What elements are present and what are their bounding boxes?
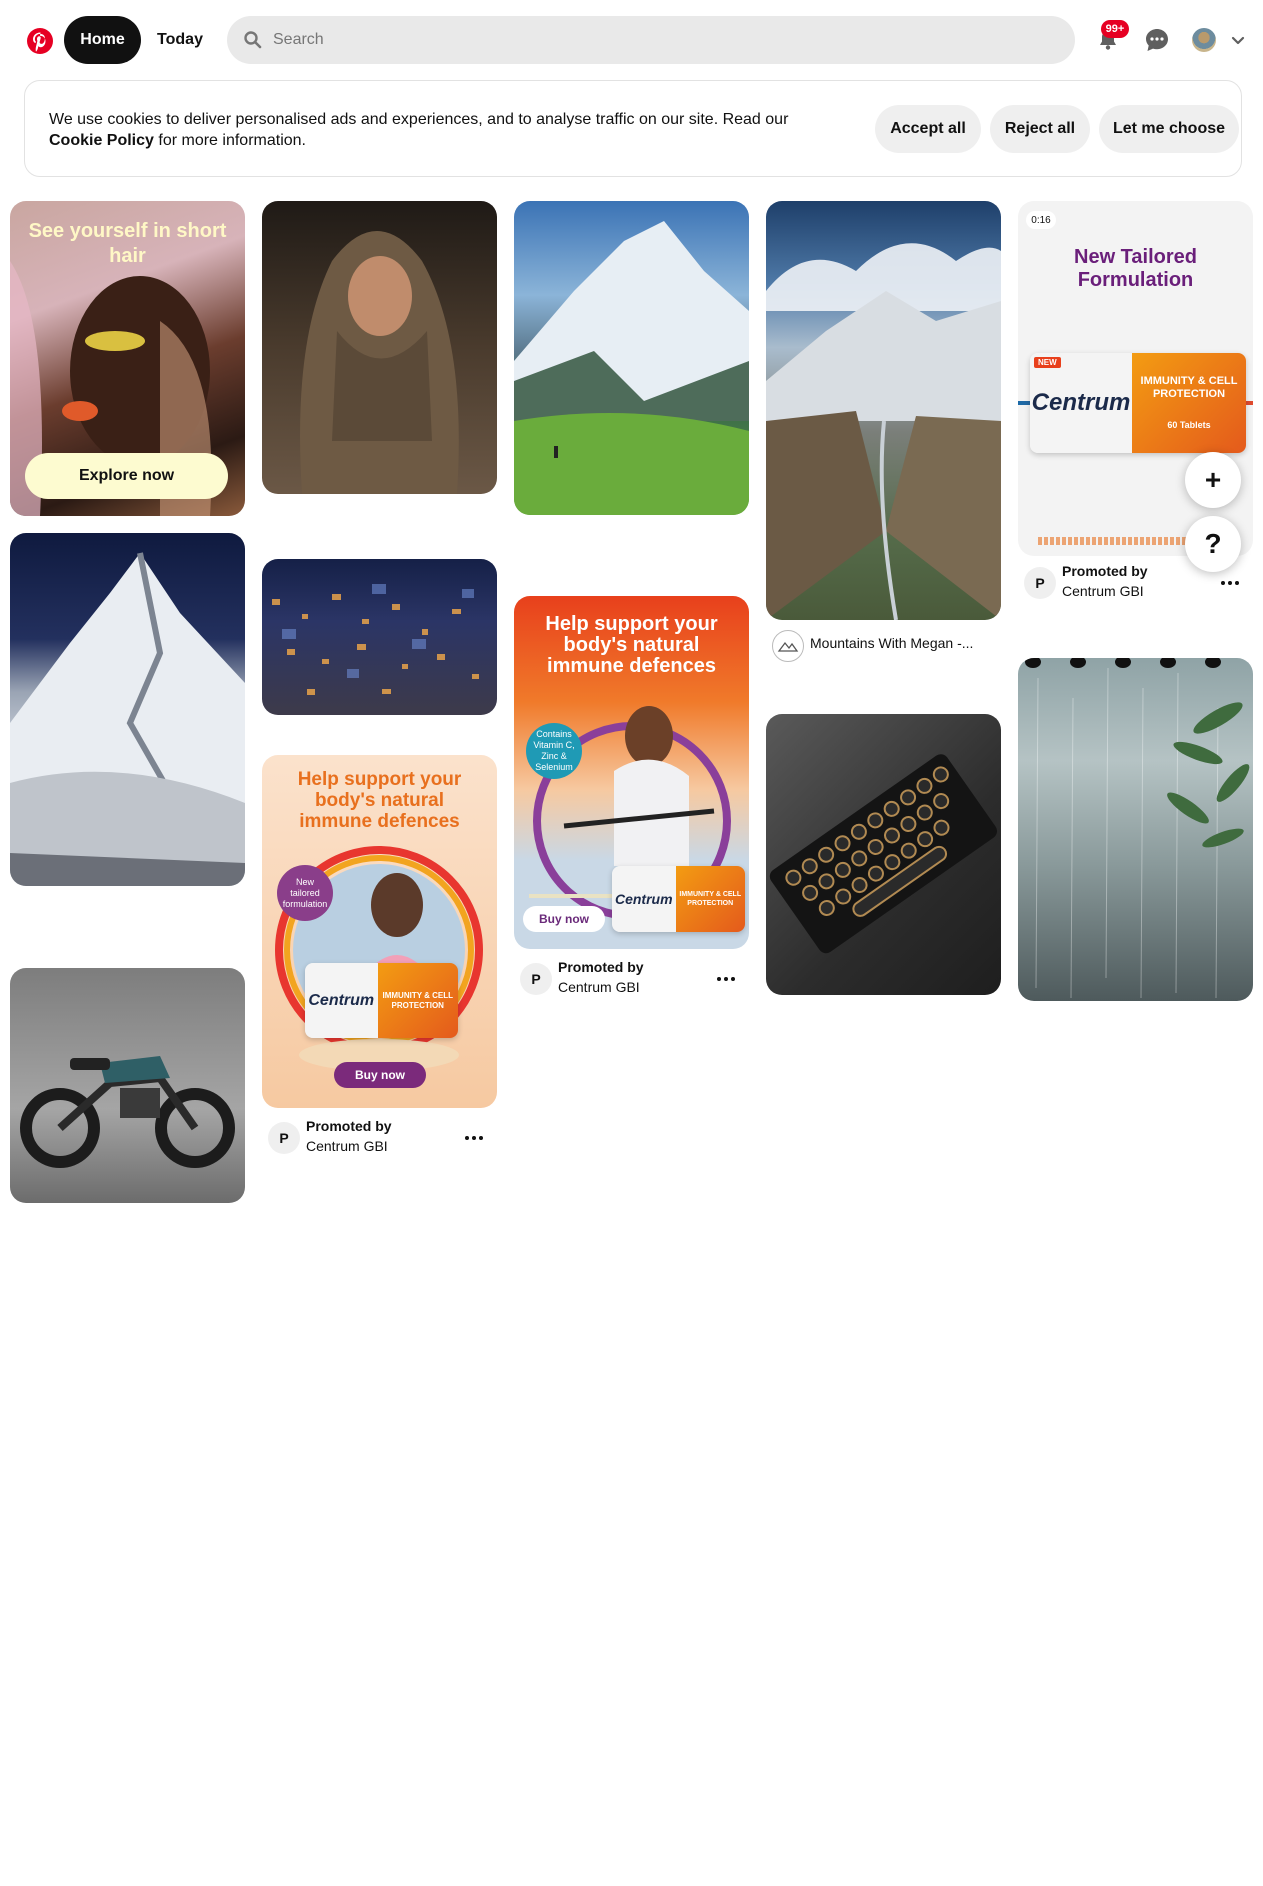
vitamin-badge: Contains Vitamin C, Zinc & Selenium xyxy=(526,723,582,779)
new-formulation-badge: New tailored formulation xyxy=(277,865,333,921)
advertiser-name[interactable]: Centrum GBI xyxy=(1062,583,1144,599)
centrum-product-box: Centrum IMMUNITY & CELL PROTECTION xyxy=(612,866,745,932)
messages-chat-icon[interactable] xyxy=(1141,24,1173,56)
cookie-text-after: for more information. xyxy=(158,132,306,149)
pin-mountain-valley[interactable] xyxy=(514,201,749,515)
buy-now-button[interactable]: Buy now xyxy=(334,1062,426,1088)
buy-now-button[interactable]: Buy now xyxy=(523,906,605,932)
pin-motorcycle[interactable] xyxy=(10,968,245,1203)
motorcycle-illustration xyxy=(20,1056,235,1168)
cookie-policy-link[interactable]: Cookie Policy xyxy=(49,132,154,149)
pin-everest-glacier[interactable] xyxy=(10,533,245,886)
product-brand: Centrum xyxy=(308,991,375,1009)
mountains-megan-avatar[interactable] xyxy=(772,630,804,662)
advertiser-name[interactable]: Centrum GBI xyxy=(558,979,640,995)
more-options-icon[interactable] xyxy=(1218,571,1242,595)
chevron-down-icon[interactable] xyxy=(1228,30,1248,50)
pin-centrum-ad-col2[interactable]: Help support your body's natural immune … xyxy=(262,755,497,1108)
reject-all-button[interactable]: Reject all xyxy=(990,105,1090,153)
centrum-video-footer: P Promoted by Centrum GBI xyxy=(1018,561,1253,601)
rainbow-ring-illustration xyxy=(275,846,483,1071)
pinterest-logo-icon[interactable] xyxy=(24,25,56,57)
let-me-choose-button[interactable]: Let me choose xyxy=(1099,105,1239,153)
hooded-man-illustration xyxy=(300,231,459,494)
advertiser-avatar[interactable]: P xyxy=(520,963,552,995)
product-line: IMMUNITY & CELL PROTECTION xyxy=(377,963,458,1038)
centrum-video-product-box: NEW Centrum IMMUNITY & CELL PROTECTION 6… xyxy=(1030,353,1246,453)
user-avatar[interactable] xyxy=(1192,28,1216,52)
explore-now-button[interactable]: Explore now xyxy=(25,453,228,499)
video-duration: 0:16 xyxy=(1026,211,1056,229)
mountain-valley-illustration xyxy=(514,221,749,515)
keyboard-illustration xyxy=(769,754,998,954)
product-brand: Centrum xyxy=(1031,389,1131,416)
accept-all-button[interactable]: Accept all xyxy=(875,105,981,153)
short-hair-headline: See yourself in short hair xyxy=(28,220,227,267)
centrum-col2-footer: P Promoted by Centrum GBI xyxy=(262,1116,497,1156)
advertiser-avatar[interactable]: P xyxy=(268,1122,300,1154)
promoted-by-label: Promoted by xyxy=(306,1118,392,1134)
mountain-gorge-illustration xyxy=(766,243,1001,620)
new-tag: NEW xyxy=(1034,357,1061,368)
advertiser-name[interactable]: Centrum GBI xyxy=(306,1138,388,1154)
product-brand: Centrum xyxy=(614,891,673,907)
cookie-banner: We use cookies to deliver personalised a… xyxy=(24,80,1242,177)
more-options-icon[interactable] xyxy=(462,1126,486,1150)
centrum-col3-footer: P Promoted by Centrum GBI xyxy=(514,957,749,997)
pin-source-name[interactable]: Mountains With Megan -... xyxy=(810,635,973,651)
pin-short-hair-ad[interactable]: See yourself in short hair Explore now xyxy=(10,201,245,516)
pin-rain-leaves[interactable] xyxy=(1018,658,1253,1001)
promoted-by-label: Promoted by xyxy=(558,959,644,975)
pin-hooded-man[interactable] xyxy=(262,201,497,494)
nav-today-tab[interactable]: Today xyxy=(148,16,212,64)
pin-centrum-ad-col3[interactable]: Help support your body's natural immune … xyxy=(514,596,749,949)
rain-leaves-illustration xyxy=(1025,658,1250,999)
cookie-text-before: We use cookies to deliver personalised a… xyxy=(49,111,789,128)
pin-retro-keyboard[interactable] xyxy=(766,714,1001,995)
city-illustration xyxy=(272,584,479,695)
tablet-count: 60 Tablets xyxy=(1167,419,1211,430)
glacier-illustration xyxy=(10,552,245,886)
promoted-by-label: Promoted by xyxy=(1062,563,1148,579)
nav-home-tab[interactable]: Home xyxy=(64,16,141,64)
product-line: IMMUNITY & CELL PROTECTION xyxy=(675,866,745,932)
advertiser-avatar[interactable]: P xyxy=(1024,567,1056,599)
pin-city-night[interactable] xyxy=(262,559,497,715)
top-header: Home Today 99+ xyxy=(0,0,1263,80)
pin-mountain-gorge[interactable] xyxy=(766,201,1001,620)
mountains-megan-footer: Mountains With Megan -... xyxy=(766,624,1001,664)
more-options-icon[interactable] xyxy=(714,967,738,991)
centrum-video-headline: New Tailored Formulation xyxy=(1074,246,1197,291)
create-plus-button[interactable]: + xyxy=(1185,452,1241,508)
search-icon xyxy=(243,30,263,50)
product-line: IMMUNITY & CELL PROTECTION xyxy=(1140,374,1238,400)
cookie-message: We use cookies to deliver personalised a… xyxy=(49,109,809,151)
search-bar[interactable] xyxy=(227,16,1075,64)
centrum-product-box: Centrum IMMUNITY & CELL PROTECTION xyxy=(305,963,458,1038)
search-input[interactable] xyxy=(271,30,1055,50)
notifications-count-badge: 99+ xyxy=(1101,20,1129,38)
